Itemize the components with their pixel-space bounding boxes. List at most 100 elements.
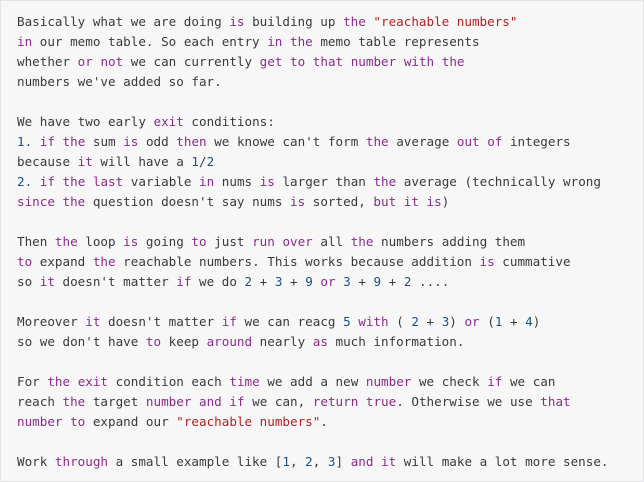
code-token: 3 (343, 274, 351, 289)
code-token: get (259, 54, 283, 69)
code-token: is (289, 194, 306, 209)
code-token: expand our (85, 414, 177, 429)
code-token: 3 (327, 454, 336, 469)
code-token: 9 (373, 274, 382, 289)
code-token: loop (77, 234, 124, 249)
code-token: is (123, 234, 139, 249)
code-token: We have two early (17, 114, 154, 129)
code-token: it (403, 194, 419, 209)
code-token: we add a new (259, 374, 366, 389)
code-token: if (229, 394, 245, 409)
code-token: + (282, 274, 306, 289)
code-token: sorted, (305, 194, 374, 209)
code-token: + (418, 314, 442, 329)
code-token: will make a lot more sense. (396, 454, 609, 469)
code-token: the (373, 174, 397, 189)
code-token: integers (502, 134, 571, 149)
code-token: true (365, 394, 397, 409)
code-token: is (123, 134, 139, 149)
code-token: we check (411, 374, 488, 389)
code-token: , (289, 454, 306, 469)
code-token: around (206, 334, 253, 349)
code-token: Moreover (17, 314, 86, 329)
code-token: the (62, 194, 86, 209)
code-token: last (92, 174, 124, 189)
code-token: then (176, 134, 207, 149)
code-token: or (320, 274, 336, 289)
code-token: Then (17, 234, 55, 249)
code-token: the (365, 134, 389, 149)
code-token: , (312, 454, 328, 469)
code-token: 1 (191, 154, 200, 169)
code-token: "reachable numbers" (373, 14, 518, 29)
code-block: Basically what we are doing is building … (0, 0, 644, 482)
code-token: cummative (494, 254, 571, 269)
code-token: as (312, 334, 328, 349)
code-line: We have two early exit conditions: (17, 112, 643, 132)
code-token: going (138, 234, 192, 249)
code-token: the (62, 134, 86, 149)
code-token: + (350, 274, 374, 289)
code-token: it (39, 274, 55, 289)
code-token: 9 (305, 274, 313, 289)
code-token: exit (77, 374, 109, 389)
code-token: the (54, 234, 78, 249)
code-token: question doesn't say nums (85, 194, 290, 209)
code-token: For (17, 374, 48, 389)
code-token: the (62, 174, 86, 189)
code-token: or (77, 54, 93, 69)
code-token: that (540, 394, 571, 409)
code-line: numbers we've added so far. (17, 72, 643, 92)
code-line: in our memo table. So each entry in the … (17, 32, 643, 52)
code-token: number (17, 414, 63, 429)
code-token: 1 (282, 454, 290, 469)
code-token: nums (214, 174, 260, 189)
code-token: the (289, 34, 313, 49)
code-token: return (312, 394, 359, 409)
code-token: memo table represents (312, 34, 480, 49)
code-token: to (70, 414, 86, 429)
code-token: reachable numbers. This works because ad… (115, 254, 480, 269)
code-token: . Otherwise we use (396, 394, 541, 409)
code-token: . (320, 414, 328, 429)
code-token: will have a (92, 154, 192, 169)
code-token: not (100, 54, 124, 69)
code-token: a small example like [ (108, 454, 283, 469)
code-token: so we don't have (17, 334, 146, 349)
code-token: 5 (343, 314, 351, 329)
code-token: if (39, 134, 55, 149)
code-token: ) (449, 314, 465, 329)
code-token: to (17, 254, 33, 269)
code-line: 1. if the sum is odd then we knowe can't… (17, 132, 643, 152)
code-token: "reachable numbers" (176, 414, 321, 429)
code-token: 4 (525, 314, 533, 329)
code-token: ( (388, 314, 412, 329)
code-line: so it doesn't matter if we do 2 + 3 + 9 … (17, 272, 643, 292)
code-token: the (62, 394, 86, 409)
code-token: to (145, 334, 162, 349)
code-line: Then the loop is going to just run over … (17, 232, 643, 252)
code-token: 2 (206, 154, 215, 169)
code-token: that (312, 54, 344, 69)
code-token: if (221, 314, 237, 329)
code-token: odd (138, 134, 177, 149)
code-token: + (252, 274, 275, 289)
code-token: if (39, 174, 55, 189)
code-token: numbers adding them (373, 234, 526, 249)
code-token: much information. (327, 334, 465, 349)
code-token: of (487, 134, 503, 149)
code-token: target (85, 394, 146, 409)
code-token: because (17, 154, 78, 169)
